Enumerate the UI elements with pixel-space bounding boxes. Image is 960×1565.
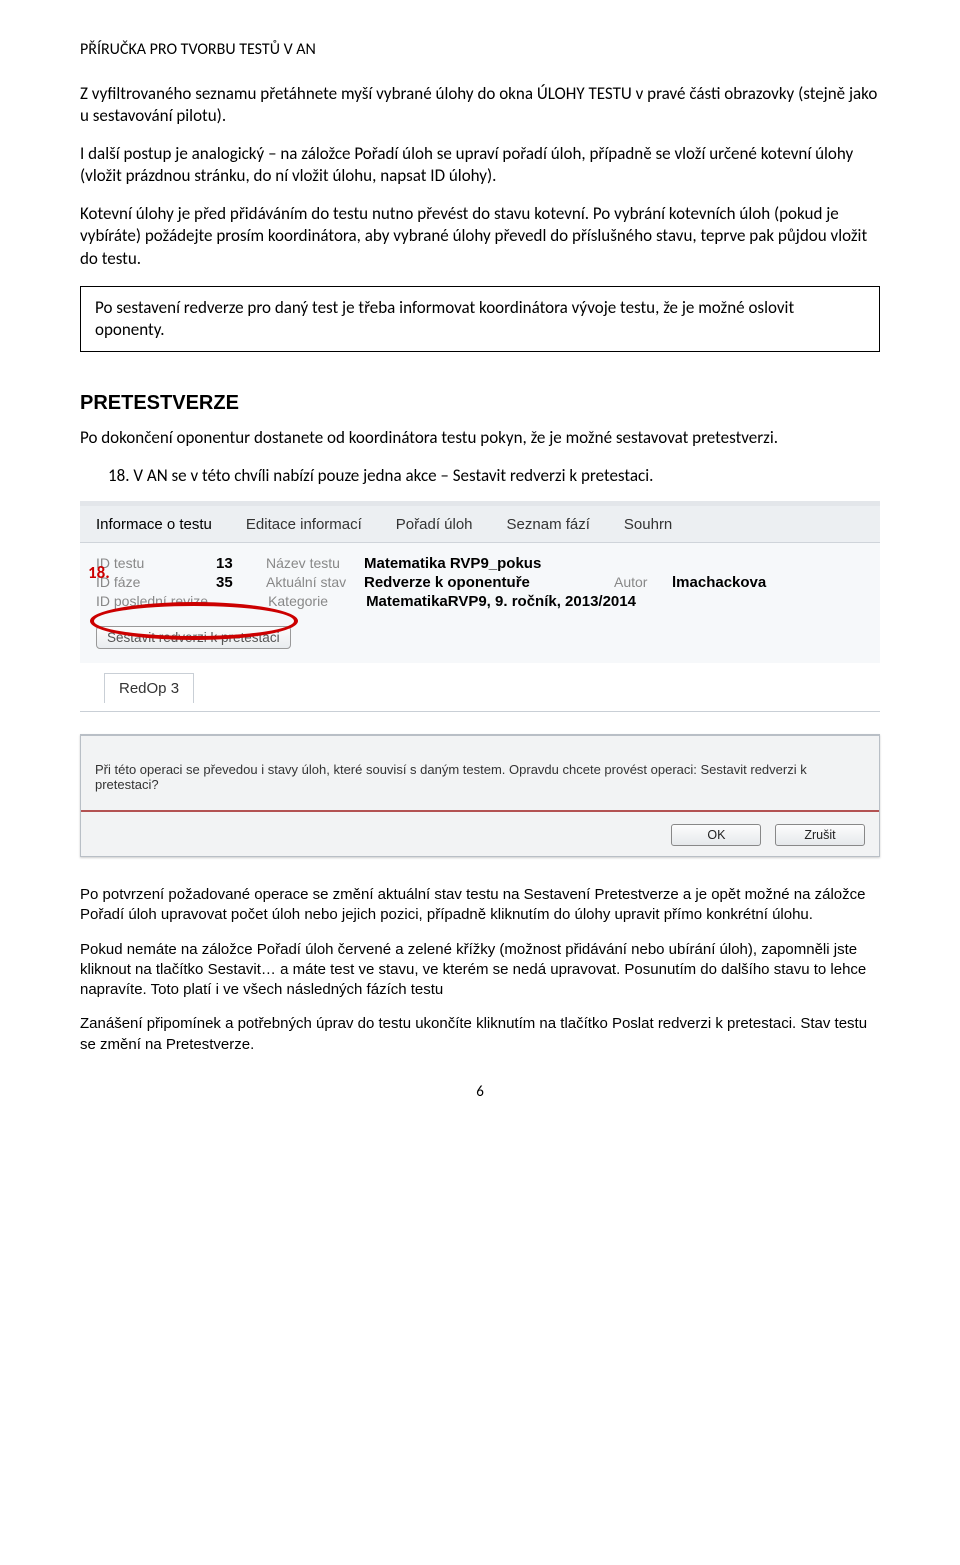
tab-editace[interactable]: Editace informací bbox=[246, 516, 362, 533]
label-kategorie: Kategorie bbox=[268, 593, 356, 609]
tabs-row: Informace o testu Editace informací Pořa… bbox=[80, 506, 880, 543]
cancel-button[interactable]: Zrušit bbox=[775, 824, 865, 846]
info-grid: ID testu 13 Název testu Matematika RVP9_… bbox=[80, 543, 880, 626]
list-item-18: 18. V AN se v této chvíli nabízí pouze j… bbox=[108, 465, 880, 487]
dialog-divider bbox=[81, 810, 879, 812]
info-row: ID poslední revize Kategorie MatematikaR… bbox=[96, 593, 864, 610]
label-id-faze: ID fáze bbox=[96, 574, 206, 590]
screenshot-info-panel: 18. Informace o testu Editace informací … bbox=[80, 501, 880, 712]
confirm-dialog: Při této operaci se převedou i stavy úlo… bbox=[80, 734, 880, 857]
page-header: PŘÍRUČKA PRO TVORBU TESTŮ V AN bbox=[80, 40, 880, 59]
label-id-revize: ID poslední revize bbox=[96, 593, 208, 609]
info-row: ID testu 13 Název testu Matematika RVP9_… bbox=[96, 555, 864, 572]
label-nazev: Název testu bbox=[266, 555, 354, 571]
callout-box: Po sestavení redverze pro daný test je t… bbox=[80, 286, 880, 352]
value-nazev: Matematika RVP9_pokus bbox=[364, 555, 604, 572]
info-row: ID fáze 35 Aktuální stav Redverze k opon… bbox=[96, 574, 864, 591]
paragraph: I další postup je analogický – na záložc… bbox=[80, 143, 880, 187]
callout-text: Po sestavení redverze pro daný test je t… bbox=[95, 297, 865, 341]
step-18-marker: 18. bbox=[88, 562, 110, 583]
paragraph: Kotevní úlohy je před přidáváním do test… bbox=[80, 203, 880, 269]
paragraph: Po potvrzení požadované operace se změní… bbox=[80, 885, 880, 926]
tab-poradi[interactable]: Pořadí úloh bbox=[396, 516, 473, 533]
label-id-testu: ID testu bbox=[96, 555, 206, 571]
tab-souhrn[interactable]: Souhrn bbox=[624, 516, 672, 533]
value-autor: lmachackova bbox=[672, 574, 766, 591]
paragraph: Zanášení připomínek a potřebných úprav d… bbox=[80, 1014, 880, 1055]
value-stav: Redverze k oponentuře bbox=[364, 574, 604, 591]
paragraph: Po dokončení oponentur dostanete od koor… bbox=[80, 427, 880, 449]
sestavit-redverzi-button[interactable]: Sestavit redverzi k pretestaci bbox=[96, 626, 291, 649]
label-stav: Aktuální stav bbox=[266, 574, 354, 590]
value-id-testu: 13 bbox=[216, 555, 256, 572]
section-heading: PRETESTVERZE bbox=[80, 392, 880, 415]
paragraph: Pokud nemáte na záložce Pořadí úloh červ… bbox=[80, 940, 880, 1001]
value-id-faze: 35 bbox=[216, 574, 256, 591]
paragraph: Z vyfiltrovaného seznamu přetáhnete myší… bbox=[80, 83, 880, 127]
value-kategorie: MatematikaRVP9, 9. ročník, 2013/2014 bbox=[366, 593, 636, 610]
label-autor: Autor bbox=[614, 574, 662, 590]
dialog-message: Při této operaci se převedou i stavy úlo… bbox=[95, 762, 865, 792]
tab-seznam-fazi[interactable]: Seznam fází bbox=[507, 516, 590, 533]
subtab-redop3[interactable]: RedOp 3 bbox=[104, 673, 194, 703]
tab-informace[interactable]: Informace o testu bbox=[96, 516, 212, 533]
ok-button[interactable]: OK bbox=[671, 824, 761, 846]
page-number: 6 bbox=[80, 1083, 880, 1101]
